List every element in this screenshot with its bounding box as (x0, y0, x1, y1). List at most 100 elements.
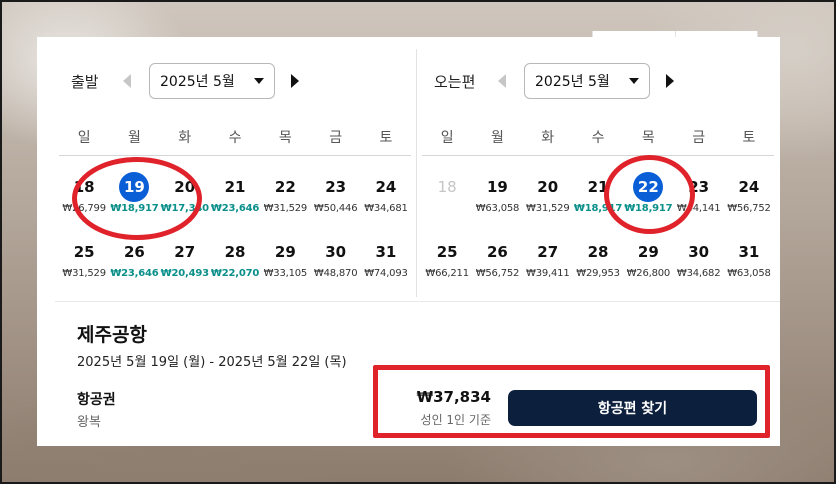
day-number: 18 (437, 178, 457, 196)
destination-title: 제주공항 (77, 324, 147, 346)
calendar-day[interactable]: 21 ₩18,917 (573, 172, 623, 230)
day-price: ₩26,800 (626, 268, 671, 279)
day-price: ₩17,340 (160, 203, 209, 214)
depart-title: 출발 (71, 72, 99, 91)
return-month-value: 2025년 5월 (535, 74, 610, 90)
day-price: ₩74,093 (364, 268, 408, 279)
calendar-day[interactable]: 26 ₩56,752 (472, 237, 522, 295)
day-price: ₩23,646 (210, 203, 260, 214)
day-price: ₩18,917 (573, 203, 623, 214)
depart-weekday-row: 일월화수목금토 (59, 127, 411, 147)
return-header: 오는편 2025년 5월 (434, 63, 674, 99)
next-month-icon[interactable] (291, 74, 299, 88)
day-price: ₩56,752 (727, 203, 771, 214)
day-price: ₩63,058 (475, 203, 520, 214)
weekday-label: 일 (440, 130, 454, 146)
calendar-day[interactable]: 25 ₩66,211 (422, 237, 472, 295)
day-price: ₩20,493 (160, 268, 209, 279)
day-price: ₩22,070 (210, 268, 260, 279)
chevron-down-icon (629, 78, 639, 84)
weekday-label: 월 (491, 130, 504, 146)
weekday-label: 화 (541, 130, 555, 146)
weekday-label: 토 (379, 130, 393, 146)
day-price: ₩31,529 (526, 203, 570, 214)
calendar-day[interactable]: 18 ₩26,799 (59, 172, 109, 230)
weekday-label: 일 (77, 130, 91, 146)
calendar-day[interactable]: 29 ₩33,105 (260, 237, 310, 295)
calendar-day[interactable]: 25 ₩31,529 (59, 237, 109, 295)
calendar-day[interactable]: 30 ₩34,682 (673, 237, 723, 295)
weekday-label: 토 (742, 130, 756, 146)
day-price: ₩34,681 (364, 203, 408, 214)
prev-month-icon[interactable] (498, 74, 506, 88)
weekday-label: 수 (591, 130, 605, 146)
weekday-label: 금 (692, 130, 706, 146)
return-month-select[interactable]: 2025년 5월 (524, 63, 650, 99)
day-number: 24 (738, 178, 760, 196)
day-number: 25 (73, 243, 95, 261)
calendar-day[interactable]: 28 ₩29,953 (573, 237, 623, 295)
day-price: ₩56,752 (475, 268, 520, 279)
total-price: ₩37,834 (416, 388, 491, 406)
weekday-label: 수 (228, 130, 242, 146)
calendar-day[interactable]: 21 ₩23,646 (210, 172, 260, 230)
search-flights-button[interactable]: 항공편 찾기 (508, 390, 757, 426)
day-number: 26 (124, 243, 145, 261)
divider (55, 301, 780, 302)
depart-week-1: 18 ₩26,799 19 ₩18,917 20 ₩17,340 21 ₩23,646 22 ₩3… (59, 172, 411, 230)
day-number: 18 (73, 178, 95, 196)
day-number: 21 (587, 178, 609, 196)
calendar-day: 18 (422, 172, 472, 230)
depart-header: 출발 2025년 5월 (71, 63, 299, 99)
next-month-icon[interactable] (666, 74, 674, 88)
depart-week-2: 25 ₩31,529 26 ₩23,646 27 ₩20,493 28 ₩22,070 29 ₩3… (59, 237, 411, 295)
calendar-day[interactable]: 24 ₩34,681 (361, 172, 411, 230)
weekday-label: 화 (178, 130, 192, 146)
day-number: 31 (375, 243, 397, 261)
day-number: 23 (688, 178, 710, 196)
calendar-day[interactable]: 31 ₩74,093 (361, 237, 411, 295)
calendar-day[interactable]: 24 ₩56,752 (724, 172, 774, 230)
day-number: 27 (174, 243, 196, 261)
weekday-label: 월 (128, 130, 141, 146)
calendar-day[interactable]: 30 ₩48,870 (310, 237, 360, 295)
day-number: 31 (738, 243, 760, 261)
weekday-label: 목 (278, 130, 292, 146)
day-number: 22 (633, 172, 664, 202)
divider (59, 155, 411, 156)
calendar-day[interactable]: 20 ₩17,340 (160, 172, 210, 230)
day-number: 28 (587, 243, 609, 261)
depart-month-select[interactable]: 2025년 5월 (149, 63, 275, 99)
calendar-day[interactable]: 29 ₩26,800 (623, 237, 673, 295)
day-number: 30 (688, 243, 710, 261)
divider (422, 155, 774, 156)
depart-selected-day[interactable]: 19 ₩18,917 (109, 172, 159, 230)
calendar-day[interactable]: 22 ₩31,529 (260, 172, 310, 230)
prev-month-icon[interactable] (123, 74, 131, 88)
day-number: 26 (487, 243, 508, 261)
price-note: 성인 1인 기준 (420, 413, 491, 427)
weekday-label: 목 (641, 130, 655, 146)
day-price: ₩39,411 (526, 268, 570, 279)
day-price: ₩34,682 (676, 268, 721, 279)
day-number: 29 (637, 243, 659, 261)
day-number: 28 (224, 243, 246, 261)
return-selected-day[interactable]: 22 ₩18,917 (623, 172, 673, 230)
return-week-1: 18 19 ₩63,058 20 ₩31,529 21 ₩18,917 22 ₩18,917 23… (422, 172, 774, 230)
day-price: ₩44,141 (676, 203, 721, 214)
day-price: ₩31,529 (62, 268, 106, 279)
calendar-day[interactable]: 23 ₩50,446 (310, 172, 360, 230)
return-week-2: 25 ₩66,211 26 ₩56,752 27 ₩39,411 28 ₩29,953 29 ₩2… (422, 237, 774, 295)
calendar-day[interactable]: 19 ₩63,058 (472, 172, 522, 230)
day-number: 22 (274, 178, 296, 196)
calendar-day[interactable]: 27 ₩20,493 (160, 237, 210, 295)
calendar-day[interactable]: 28 ₩22,070 (210, 237, 260, 295)
calendar-day[interactable]: 23 ₩44,141 (673, 172, 723, 230)
weekday-label: 금 (329, 130, 343, 146)
calendar-day[interactable]: 31 ₩63,058 (724, 237, 774, 295)
return-weekday-row: 일월화수목금토 (422, 127, 774, 147)
day-number: 20 (174, 178, 196, 196)
calendar-day[interactable]: 27 ₩39,411 (523, 237, 573, 295)
calendar-day[interactable]: 26 ₩23,646 (109, 237, 159, 295)
calendar-day[interactable]: 20 ₩31,529 (523, 172, 573, 230)
